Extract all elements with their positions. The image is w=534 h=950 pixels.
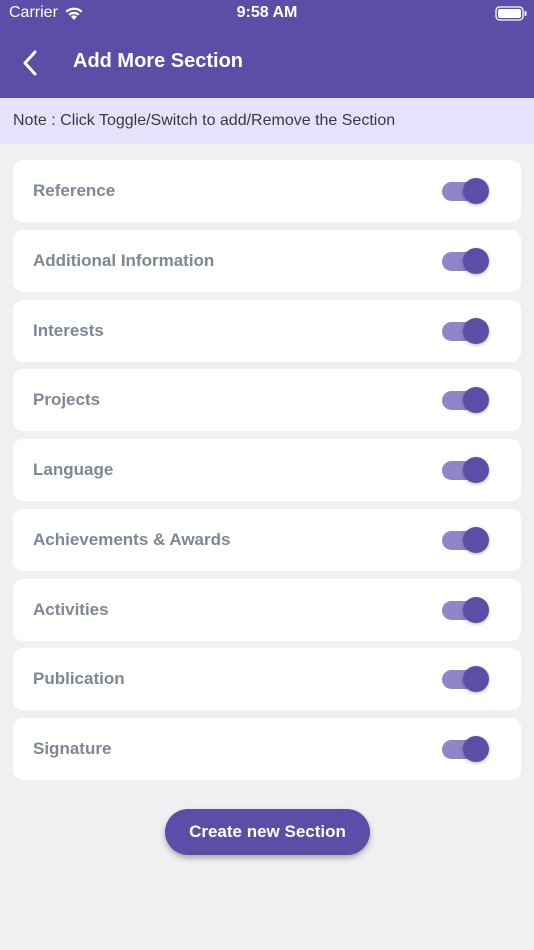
section-row-reference: Reference (13, 160, 521, 222)
section-label: Publication (33, 669, 125, 689)
interests-toggle[interactable] (442, 317, 490, 344)
language-toggle[interactable] (442, 457, 490, 483)
additional-information-toggle[interactable] (442, 247, 490, 274)
section-label: Reference (33, 181, 116, 200)
toggle-thumb (463, 736, 489, 762)
section-row-activities: Activities (13, 578, 521, 641)
section-label: Language (33, 460, 114, 479)
section-row-projects: Projects (13, 369, 521, 432)
activities-toggle[interactable] (442, 596, 490, 623)
toggle-thumb (463, 457, 489, 483)
section-row-interests: Interests (13, 299, 521, 362)
signature-toggle[interactable] (442, 736, 490, 762)
section-label: Projects (33, 390, 101, 410)
section-row-achievements-awards: Achievements & Awards (13, 508, 521, 571)
achievements-awards-toggle[interactable] (442, 526, 490, 553)
toggle-thumb (463, 247, 489, 274)
section-list: Reference Additional Information Interes… (13, 160, 521, 788)
clock: 9:58 AM (236, 4, 298, 21)
section-label: Additional Information (33, 250, 215, 270)
create-new-section-button[interactable]: Create new Section (165, 809, 370, 855)
app-header: Carrier 9:58 AM Add More Section (0, 0, 534, 98)
toggle-thumb (463, 666, 489, 693)
publication-toggle[interactable] (442, 666, 490, 693)
section-label: Activities (33, 599, 109, 619)
page-title: Add More Section (73, 50, 244, 72)
battery-icon (495, 6, 527, 21)
section-row-publication: Publication (13, 648, 521, 711)
status-bar: Carrier 9:58 AM (0, 0, 534, 28)
section-label: Achievements & Awards (33, 529, 231, 549)
projects-toggle[interactable] (442, 387, 490, 414)
toggle-thumb (463, 596, 489, 623)
toggle-thumb (463, 387, 489, 414)
section-row-language: Language (13, 439, 521, 501)
chevron-left-icon (23, 50, 37, 76)
section-row-additional-information: Additional Information (13, 229, 521, 292)
back-button[interactable] (10, 44, 50, 82)
toggle-thumb (463, 526, 489, 553)
section-label: Signature (33, 739, 112, 758)
section-label: Interests (33, 320, 104, 340)
reference-toggle[interactable] (442, 178, 490, 204)
toggle-thumb (463, 178, 489, 204)
note-banner: Note : Click Toggle/Switch to add/Remove… (0, 98, 534, 144)
section-row-signature: Signature (13, 718, 521, 780)
toggle-thumb (463, 317, 489, 344)
